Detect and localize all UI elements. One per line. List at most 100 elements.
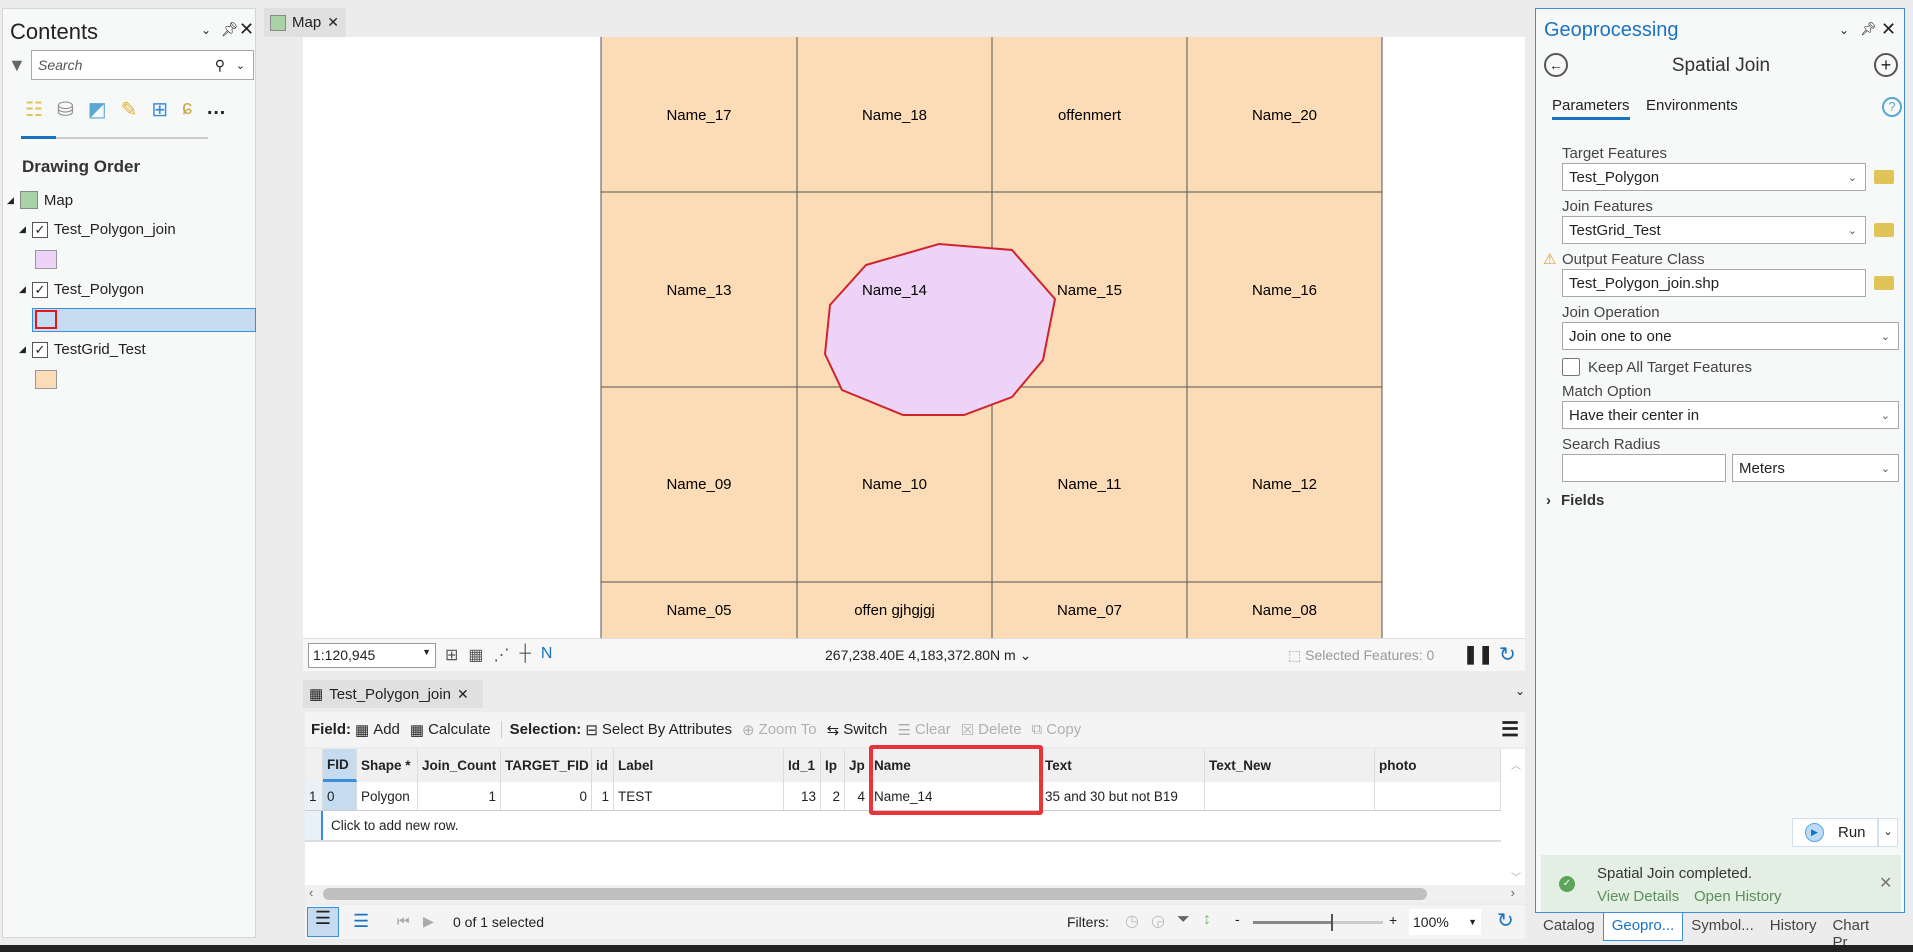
close-icon[interactable]: ✕ [1881, 19, 1896, 40]
add-row[interactable]: Click to add new row. [305, 811, 1501, 842]
column-header[interactable]: Ip [821, 749, 845, 782]
zoom-to-button[interactable]: ⊕ Zoom To [742, 721, 817, 739]
expand-icon[interactable]: ◢ [19, 344, 26, 355]
expand-icon[interactable]: ◢ [19, 284, 26, 295]
table-cell[interactable]: 1 [418, 782, 501, 810]
keep-all-target-features-checkbox[interactable] [1562, 358, 1580, 376]
close-icon[interactable]: ✕ [327, 14, 339, 31]
range-filter-icon[interactable]: ◶ [1151, 911, 1165, 931]
radius-unit-select[interactable]: Meters ⌄ [1732, 454, 1899, 482]
pin-icon[interactable]: 📌︎ [1860, 21, 1877, 37]
zoom-out-icon[interactable]: - [1235, 911, 1240, 927]
chevron-down-icon[interactable]: ⌄ [201, 23, 211, 37]
search-radius-input[interactable] [1562, 454, 1726, 482]
time-filter-icon[interactable]: ◷ [1125, 911, 1139, 931]
refresh-icon[interactable]: ↻ [1499, 642, 1516, 667]
grid-icon[interactable]: ⊞ [445, 645, 458, 665]
coordinate-readout[interactable]: 267,238.40E 4,183,372.80N m ⌄ [825, 647, 1031, 664]
chevron-down-icon[interactable]: ⌄ [1839, 23, 1849, 37]
close-icon[interactable]: ✕ [1879, 873, 1892, 893]
row-header-corner[interactable] [305, 749, 323, 782]
table-cell[interactable] [1205, 782, 1375, 810]
layer-test-polygon-join[interactable]: ◢ ✓ Test_Polygon_join [19, 221, 176, 238]
switch-button[interactable]: ⇆ Switch [827, 721, 888, 739]
snapping-icon[interactable]: ⊞ [151, 97, 168, 122]
scroll-right-icon[interactable]: › [1511, 885, 1515, 900]
next-record-icon[interactable]: ▶ [423, 913, 434, 930]
symbol-swatch[interactable] [35, 250, 57, 269]
column-header[interactable]: Join_Count [418, 749, 501, 782]
filter-icon[interactable]: ▼ [8, 55, 26, 76]
visibility-checkbox[interactable]: ✓ [31, 341, 48, 358]
editing-icon[interactable]: ✎ [121, 97, 138, 122]
search-input[interactable]: Search ⚲ ⌄ [31, 50, 254, 80]
open-history-link[interactable]: Open History [1694, 888, 1782, 905]
join-operation-select[interactable]: Join one to one ⌄ [1562, 322, 1899, 350]
table-cell[interactable] [1375, 782, 1501, 810]
help-icon[interactable]: ? [1882, 97, 1902, 117]
table-cell[interactable]: 0 [323, 782, 357, 810]
add-icon[interactable]: + [1874, 53, 1898, 77]
column-header[interactable]: FID [323, 749, 357, 782]
north-arrow-icon[interactable]: N [541, 645, 553, 665]
layer-testgrid-test[interactable]: ◢ ✓ TestGrid_Test [19, 341, 146, 358]
tab-map[interactable]: Map ✕ [264, 8, 346, 37]
table-cell[interactable]: TEST [614, 782, 784, 810]
map-canvas[interactable]: Name_17 Name_18 offenmert Name_20 Name_13 Nam… [303, 37, 1525, 638]
calculate-button[interactable]: ▦ Calculate [410, 721, 491, 739]
run-button[interactable]: ▶ Run [1792, 818, 1878, 847]
column-header[interactable]: TARGET_FID [501, 749, 592, 782]
clear-button[interactable]: ☰ Clear [897, 721, 950, 739]
add-field-button[interactable]: ▦ Add [355, 721, 400, 739]
select-by-attributes-button[interactable]: ⊟ Select By Attributes [585, 721, 732, 739]
scroll-left-icon[interactable]: ‹ [309, 885, 313, 900]
table-cell[interactable]: 0 [501, 782, 592, 810]
selection-icon[interactable]: ◩ [88, 97, 107, 122]
target-features-select[interactable]: Test_Polygon ⌄ [1562, 163, 1866, 191]
table-cell[interactable]: 1 [592, 782, 614, 810]
column-header[interactable]: Label [614, 749, 784, 782]
tab-geoprocessing[interactable]: Geopro... [1602, 913, 1684, 941]
tab-symbology[interactable]: Symbol... [1683, 913, 1762, 941]
search-icon[interactable]: ⚲ [215, 57, 225, 74]
table-grid-icon[interactable]: ▦ [468, 645, 483, 665]
table-cell[interactable]: Polygon [357, 782, 418, 810]
chevron-down-icon[interactable]: ⌄ [1020, 647, 1032, 663]
selected-symbol-row[interactable] [32, 308, 256, 332]
folder-icon[interactable] [1874, 276, 1894, 290]
drawing-order-icon[interactable]: ☷ [25, 97, 43, 122]
table-cell[interactable]: 13 [784, 782, 821, 810]
expand-icon[interactable]: ◢ [19, 224, 26, 235]
column-header[interactable]: Id_1 [784, 749, 821, 782]
view-details-link[interactable]: View Details [1597, 888, 1679, 905]
scrollbar-thumb[interactable] [323, 888, 1427, 900]
close-icon[interactable]: ✕ [239, 19, 254, 40]
symbol-swatch[interactable] [35, 370, 57, 389]
first-record-icon[interactable]: ⏮ [397, 913, 410, 930]
tab-catalog[interactable]: Catalog [1535, 913, 1603, 941]
table-cell[interactable]: 2 [821, 782, 845, 810]
match-option-select[interactable]: Have their center in ⌄ [1562, 401, 1899, 429]
column-header[interactable]: Text [1041, 749, 1205, 782]
visibility-checkbox[interactable]: ✓ [31, 221, 48, 238]
filter-icon[interactable]: ⏷ [1177, 911, 1190, 929]
selected-features[interactable]: ⬚ Selected Features: 0 [1288, 647, 1434, 664]
tab-attribute-table[interactable]: ▦ Test_Polygon_join ✕ [303, 680, 483, 708]
show-all-records-icon[interactable]: ☰ [307, 907, 339, 937]
symbol-swatch[interactable] [35, 310, 57, 329]
scroll-up-icon[interactable]: ︿ [1511, 757, 1521, 772]
column-header[interactable]: photo [1375, 749, 1501, 782]
row-number[interactable]: 1 [305, 782, 323, 810]
zoom-slider[interactable] [1253, 914, 1383, 931]
horizontal-scrollbar[interactable]: ‹ › [305, 885, 1525, 903]
scroll-down-icon[interactable]: ﹀ [1511, 869, 1521, 884]
zoom-in-icon[interactable]: + [1389, 912, 1397, 928]
close-icon[interactable]: ✕ [457, 686, 469, 703]
show-selected-records-icon[interactable]: ☰ [353, 911, 369, 932]
guides-icon[interactable]: ┼ [520, 645, 531, 665]
layer-test-polygon[interactable]: ◢ ✓ Test_Polygon [19, 281, 144, 298]
table-cell[interactable]: 4 [845, 782, 870, 810]
zoom-level-select[interactable]: 100% ▼ [1409, 909, 1481, 935]
delete-button[interactable]: ☒ Delete [961, 721, 1022, 739]
chevron-down-icon[interactable]: ⌄ [1515, 684, 1525, 698]
